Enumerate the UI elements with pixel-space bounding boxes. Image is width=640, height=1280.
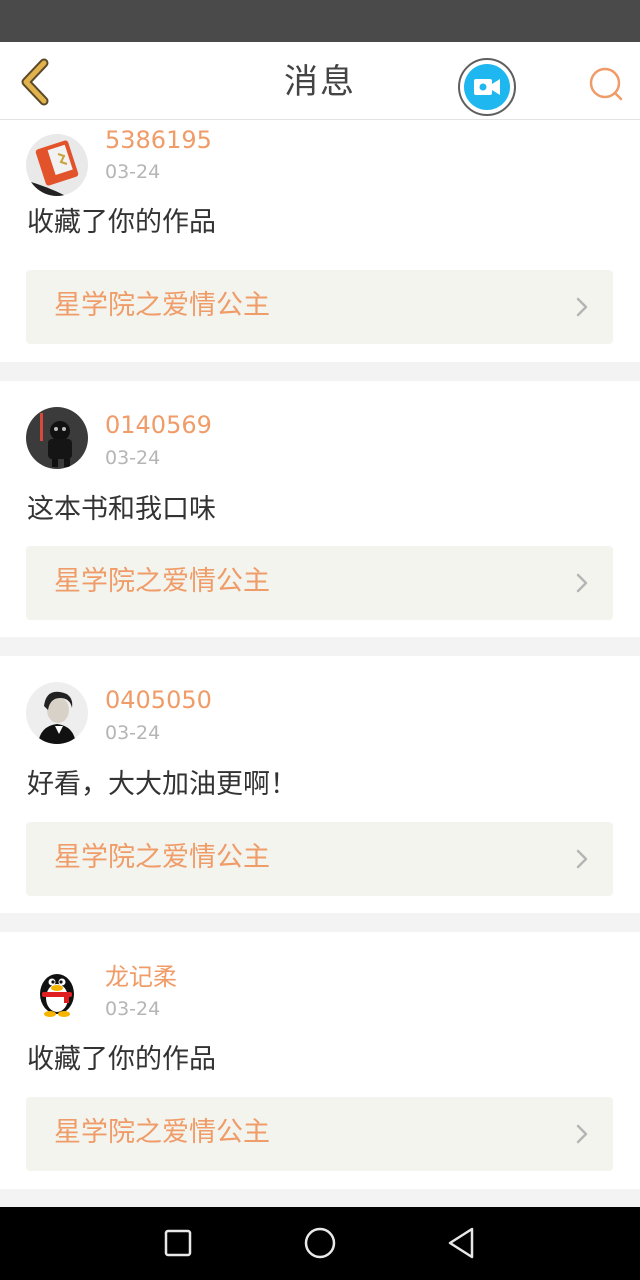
- message-date: 03-24: [105, 998, 161, 1020]
- penguin-avatar-icon: [26, 958, 88, 1020]
- search-icon: [589, 67, 623, 101]
- recent-apps-button[interactable]: [158, 1223, 198, 1263]
- username[interactable]: 0405050: [105, 685, 212, 715]
- nav-back-button[interactable]: [442, 1223, 482, 1263]
- message-card: 0405050 03-24 好看，大大加油更啊！ 星学院之爱情公主: [0, 656, 640, 913]
- work-title: 星学院之爱情公主: [54, 566, 270, 597]
- username[interactable]: 5386195: [105, 125, 212, 155]
- header-bar: 消息: [0, 42, 640, 120]
- chevron-right-icon: [576, 297, 588, 317]
- system-navigation-bar: [0, 1207, 640, 1280]
- avatar[interactable]: [26, 134, 88, 196]
- status-bar: [0, 0, 640, 42]
- message-card: 0140569 03-24 这本书和我口味 星学院之爱情公主: [0, 381, 640, 637]
- home-button[interactable]: [300, 1223, 340, 1263]
- message-date: 03-24: [105, 161, 161, 183]
- video-camera-icon: [474, 79, 500, 95]
- video-button[interactable]: [458, 58, 516, 116]
- message-card: 龙记柔 03-24 收藏了你的作品 星学院之爱情公主: [0, 932, 640, 1189]
- work-link[interactable]: 星学院之爱情公主: [26, 546, 613, 620]
- page-title: 消息: [284, 62, 356, 102]
- username[interactable]: 龙记柔: [105, 962, 177, 992]
- message-text: 收藏了你的作品: [27, 1044, 216, 1075]
- message-date: 03-24: [105, 447, 161, 469]
- avatar[interactable]: [26, 682, 88, 744]
- avatar[interactable]: [26, 407, 88, 469]
- message-date: 03-24: [105, 722, 161, 744]
- avatar[interactable]: [26, 958, 88, 1020]
- work-title: 星学院之爱情公主: [54, 1117, 270, 1148]
- search-button[interactable]: [586, 64, 626, 104]
- work-title: 星学院之爱情公主: [54, 842, 270, 873]
- red-book-avatar-icon: [26, 134, 88, 196]
- recent-apps-icon: [164, 1229, 192, 1257]
- message-text: 这本书和我口味: [27, 494, 216, 525]
- message-text: 收藏了你的作品: [27, 207, 216, 238]
- message-list: 5386195 03-24 收藏了你的作品 星学院之爱情公主 0140569 0…: [0, 120, 640, 1207]
- person-avatar-icon: [26, 682, 88, 744]
- chevron-right-icon: [576, 573, 588, 593]
- robot-avatar-icon: [26, 407, 88, 469]
- message-card: 5386195 03-24 收藏了你的作品 星学院之爱情公主: [0, 120, 640, 362]
- chevron-right-icon: [576, 849, 588, 869]
- chevron-right-icon: [576, 1124, 588, 1144]
- work-title: 星学院之爱情公主: [54, 290, 270, 321]
- back-triangle-icon: [448, 1227, 474, 1259]
- home-icon: [304, 1227, 336, 1259]
- work-link[interactable]: 星学院之爱情公主: [26, 270, 613, 344]
- work-link[interactable]: 星学院之爱情公主: [26, 822, 613, 896]
- message-text: 好看，大大加油更啊！: [27, 769, 297, 800]
- username[interactable]: 0140569: [105, 410, 212, 440]
- work-link[interactable]: 星学院之爱情公主: [26, 1097, 613, 1171]
